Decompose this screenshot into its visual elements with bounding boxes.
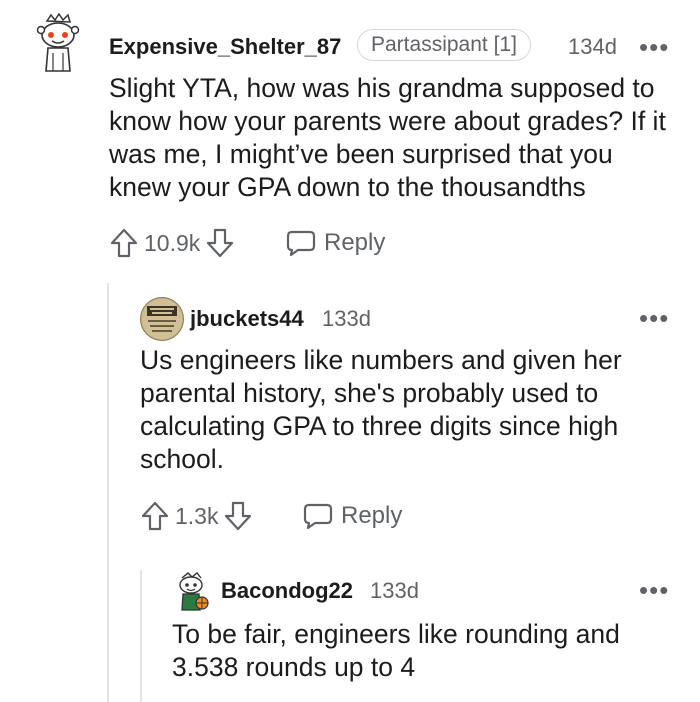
vote-count: 1.3k xyxy=(175,502,219,529)
comment-body: To be fair, engineers like rounding and … xyxy=(172,619,620,682)
thread-line-level-1[interactable] xyxy=(107,283,109,702)
downvote-icon[interactable] xyxy=(223,500,253,532)
comment-body: Slight YTA, how was his grandma supposed… xyxy=(109,73,666,202)
vote-count: 10.9k xyxy=(144,229,201,256)
comment-author[interactable]: Expensive_Shelter_87 xyxy=(109,34,341,60)
comment-age: 133d xyxy=(370,578,419,603)
avatar[interactable] xyxy=(172,572,212,612)
thread-line-level-2[interactable] xyxy=(140,570,142,702)
snoo-avatar-icon xyxy=(36,13,80,72)
avatar[interactable] xyxy=(140,297,184,341)
more-options-button[interactable]: ••• xyxy=(639,305,669,331)
vote-controls: 1.3k xyxy=(140,500,253,532)
avatar[interactable] xyxy=(33,13,83,75)
comment-body: Us engineers like numbers and given her … xyxy=(140,345,622,474)
upvote-icon[interactable] xyxy=(109,227,139,259)
reply-label: Reply xyxy=(341,502,403,529)
comment-author[interactable]: Bacondog22 xyxy=(221,578,353,604)
user-flair-badge: Partassipant [1] xyxy=(357,29,531,61)
comment-author[interactable]: jbuckets44 xyxy=(190,306,304,332)
reply-label: Reply xyxy=(324,229,386,256)
comment-age: 133d xyxy=(322,306,371,331)
more-options-button[interactable]: ••• xyxy=(639,577,669,603)
comment-bubble-icon xyxy=(303,503,333,530)
more-options-button[interactable]: ••• xyxy=(639,34,669,60)
comment-bubble-icon xyxy=(286,230,316,257)
vote-controls: 10.9k xyxy=(109,227,235,259)
comment-age: 134d xyxy=(568,34,617,59)
reply-button[interactable]: Reply xyxy=(303,502,402,530)
dog-sign-avatar-icon xyxy=(142,299,182,339)
snoo-basketball-avatar-icon xyxy=(179,572,209,611)
upvote-icon[interactable] xyxy=(140,500,170,532)
reply-button[interactable]: Reply xyxy=(286,229,385,257)
downvote-icon[interactable] xyxy=(205,227,235,259)
